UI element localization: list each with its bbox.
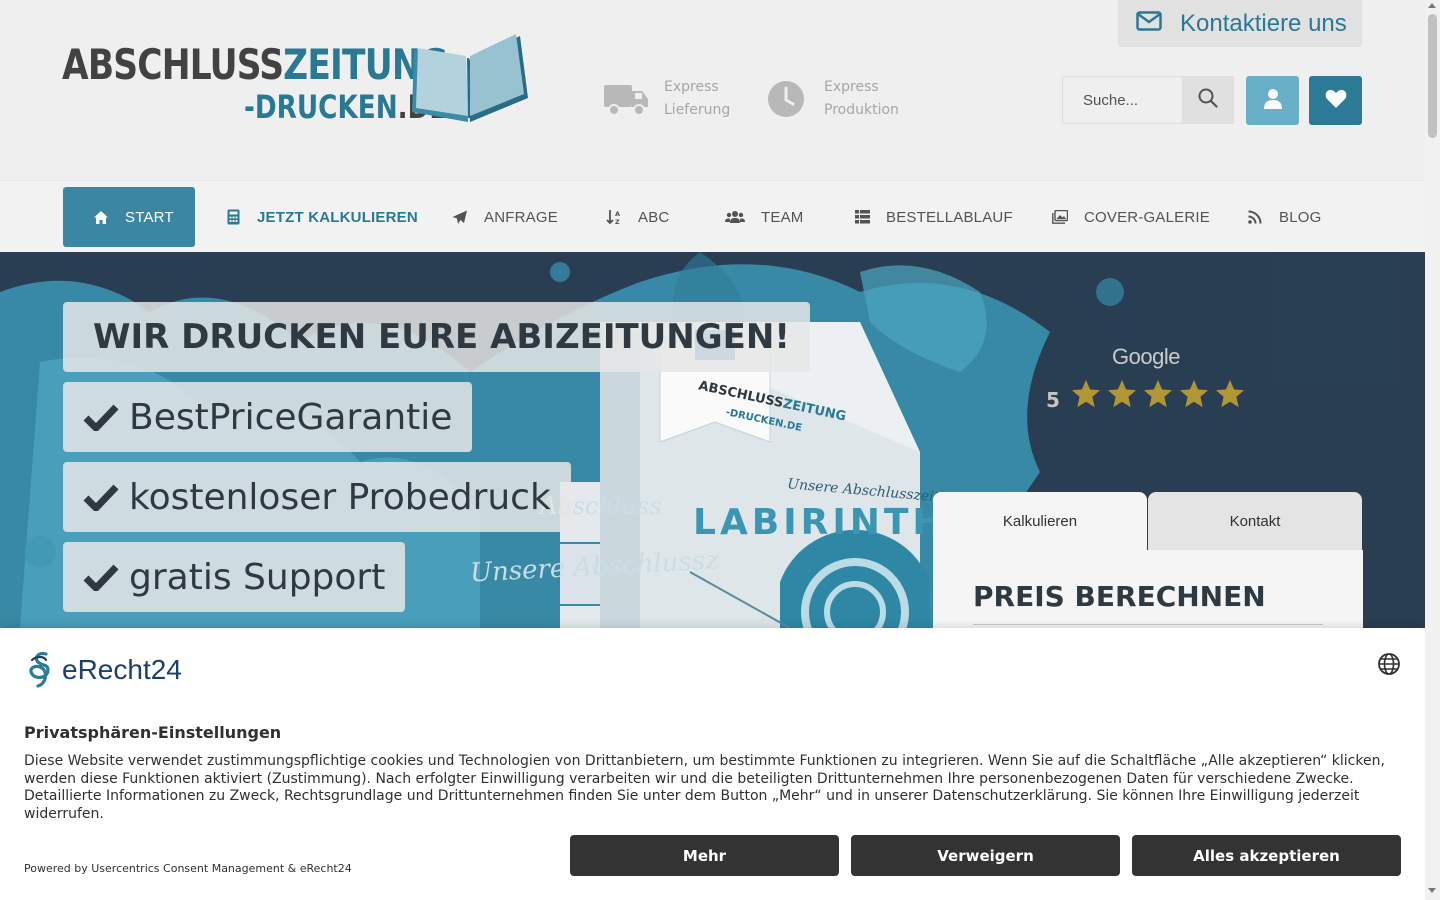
nav-item-order-process[interactable]: BESTELLABLAUF (824, 187, 1043, 247)
clock-icon (762, 79, 810, 119)
check-icon (83, 482, 119, 512)
nav-label: ABC (638, 208, 670, 226)
svg-text:A: A (615, 210, 620, 218)
images-icon (1052, 209, 1068, 225)
scroll-down-arrow-icon[interactable] (1428, 888, 1436, 893)
feature-line: Lieferung (664, 102, 731, 118)
nav-item-calculate[interactable]: JETZT KALKULIEREN (195, 187, 448, 247)
user-icon (1263, 88, 1283, 114)
rating-stars (1070, 378, 1246, 410)
calculator-icon (225, 209, 241, 225)
star-icon (1108, 380, 1136, 408)
check-icon (83, 402, 119, 432)
home-icon (93, 209, 109, 225)
google-logo: Google (1112, 344, 1180, 369)
star-icon (1144, 380, 1172, 408)
contact-label: Kontaktiere uns (1180, 9, 1347, 37)
feature-text: Express Lieferung (664, 76, 734, 122)
usp-text: gratis Support (129, 556, 386, 598)
consent-title: Privatsphären-Einstellungen (24, 723, 282, 742)
divider (973, 624, 1323, 625)
nav-item-request[interactable]: ANFRAGE (422, 187, 588, 247)
usp-best-price: BestPriceGarantie (63, 382, 473, 452)
logo-text-dark: ABSCHLUSS (62, 40, 284, 89)
nav-item-team[interactable]: TEAM (695, 187, 833, 247)
consent-description: Diese Website verwendet zustimmungspflic… (24, 753, 1385, 822)
main-navigation: START JETZT KALKULIEREN ANFRAGE AZ ABC T… (0, 180, 1425, 252)
open-book-icon (412, 34, 528, 122)
feature-text: Express Produktion (824, 76, 899, 122)
account-button[interactable] (1246, 76, 1299, 125)
nav-item-blog[interactable]: BLOG (1217, 187, 1351, 247)
envelope-icon (1136, 10, 1162, 38)
calculator-widget: Kalkulieren Kontakt PREIS BERECHNEN (933, 492, 1363, 628)
nav-label: JETZT KALKULIEREN (257, 208, 418, 226)
usp-text: BestPriceGarantie (129, 396, 453, 438)
nav-label: BESTELLABLAUF (886, 208, 1013, 226)
feature-line: Produktion (824, 102, 899, 118)
svg-text:Z: Z (615, 218, 620, 225)
wishlist-button[interactable] (1309, 76, 1362, 125)
calculator-panel: PREIS BERECHNEN (933, 550, 1363, 628)
usp-free-support: gratis Support (63, 542, 406, 612)
page-scrollbar[interactable] (1425, 0, 1440, 900)
scroll-thumb[interactable] (1428, 14, 1437, 138)
tab-calculate[interactable]: Kalkulieren (933, 492, 1147, 550)
nav-item-cover-gallery[interactable]: COVER-GALERIE (1022, 187, 1240, 247)
search-button[interactable] (1182, 76, 1234, 124)
tab-contact[interactable]: Kontakt (1148, 492, 1362, 550)
star-icon (1180, 380, 1208, 408)
star-icon (1216, 380, 1244, 408)
usp-text: kostenloser Probedruck (129, 476, 551, 518)
rss-icon (1247, 209, 1263, 225)
users-icon (725, 209, 745, 225)
google-score: 5 (1046, 388, 1060, 412)
search-icon (1198, 88, 1218, 112)
star-icon (1072, 380, 1100, 408)
sort-alpha-icon: AZ (606, 209, 622, 225)
calculator-title: PREIS BERECHNEN (973, 580, 1266, 613)
nav-label: BLOG (1279, 208, 1322, 226)
nav-label: START (125, 208, 174, 226)
hero-headline: WIR DRUCKEN EURE ABIZEITUNGEN! (63, 302, 810, 372)
search-input[interactable] (1062, 76, 1182, 124)
site-header: ABSCHLUSSZEITUNG -DRUCKEN.DE Express Lie… (0, 0, 1425, 180)
consent-deny-button[interactable]: Verweigern (851, 835, 1120, 876)
feature-line: Express (664, 79, 719, 95)
consent-powered-by: Powered by Usercentrics Consent Manageme… (24, 862, 352, 875)
language-globe-icon[interactable] (1377, 652, 1401, 676)
site-logo[interactable]: ABSCHLUSSZEITUNG -DRUCKEN.DE (62, 30, 542, 130)
check-icon (83, 562, 119, 592)
nav-label: COVER-GALERIE (1084, 208, 1210, 226)
paper-plane-icon (452, 209, 468, 225)
logo-line1: ABSCHLUSSZEITUNG (62, 40, 448, 89)
truck-icon (602, 79, 650, 119)
feature-line: Express (824, 79, 879, 95)
feature-express-delivery: Express Lieferung (602, 76, 734, 122)
logo-text-accent-2: -DRUCKEN (244, 88, 398, 126)
nav-item-abc[interactable]: AZ ABC (576, 187, 699, 247)
hero-section: ABSCHLUSSZEITUNG -DRUCKEN.DE Unsere Absc… (0, 252, 1425, 628)
scroll-up-arrow-icon[interactable] (1428, 3, 1436, 8)
contact-button[interactable]: Kontaktiere uns (1118, 0, 1362, 47)
consent-more-button[interactable]: Mehr (570, 835, 839, 876)
heart-icon (1325, 89, 1347, 113)
erecht24-logo: eRecht24 (24, 650, 182, 690)
usp-free-proof: kostenloser Probedruck (63, 462, 571, 532)
nav-label: TEAM (761, 208, 804, 226)
nav-label: ANFRAGE (484, 208, 558, 226)
cookie-consent-banner: eRecht24 Privatsphären-Einstellungen Die… (0, 628, 1425, 900)
nav-item-start[interactable]: START (63, 187, 195, 247)
consent-accept-all-button[interactable]: Alles akzeptieren (1132, 835, 1401, 876)
book-title: LABIRINTH (693, 502, 947, 543)
search-form (1062, 76, 1234, 124)
feature-express-production: Express Produktion (762, 76, 899, 122)
erecht24-brand: eRecht24 (62, 654, 182, 685)
erecht24-mark-icon (29, 652, 50, 688)
list-icon (854, 209, 870, 225)
